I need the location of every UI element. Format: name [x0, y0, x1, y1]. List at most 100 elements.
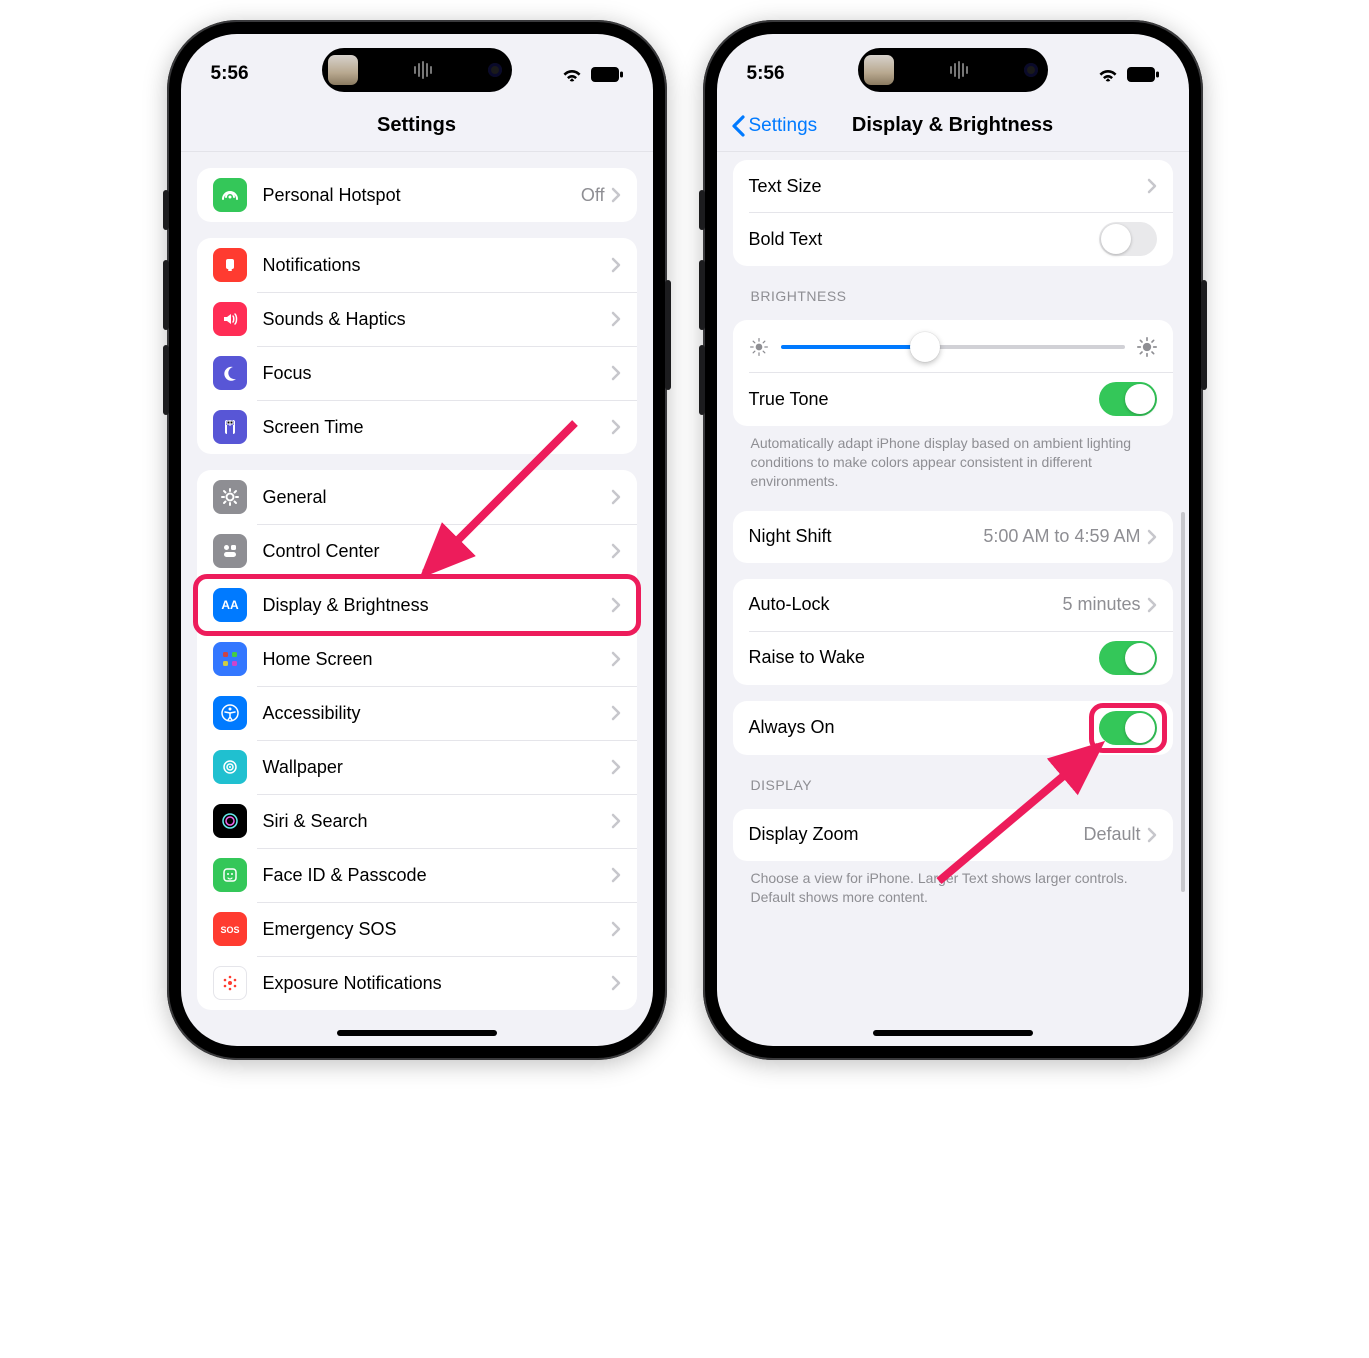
- svg-text:AA: AA: [221, 598, 239, 612]
- settings-row-label: Wallpaper: [263, 757, 611, 778]
- chevron-right-icon: [611, 867, 621, 883]
- now-playing-thumb: [328, 55, 358, 85]
- brightness-slider[interactable]: [749, 337, 1157, 357]
- home-indicator[interactable]: [873, 1030, 1033, 1036]
- settings-row-sos[interactable]: SOSEmergency SOS: [197, 902, 637, 956]
- settings-row-siri[interactable]: Siri & Search: [197, 794, 637, 848]
- status-time: 5:56: [211, 63, 249, 85]
- bold-text-toggle[interactable]: [1099, 222, 1157, 256]
- page-title: Settings: [377, 114, 456, 137]
- chevron-right-icon: [611, 705, 621, 721]
- sun-small-icon: [749, 337, 769, 357]
- phone-left: 5:56 Settings Personal HotspotOff Notific…: [167, 20, 667, 1060]
- chevron-right-icon: [611, 975, 621, 991]
- settings-row-screentime[interactable]: Screen Time: [197, 400, 637, 454]
- night-shift-row[interactable]: Night Shift 5:00 AM to 4:59 AM: [733, 511, 1173, 563]
- chevron-right-icon: [1147, 529, 1157, 545]
- settings-row-label: Screen Time: [263, 417, 611, 438]
- chevron-right-icon: [611, 597, 621, 613]
- camera-dot: [1024, 63, 1038, 77]
- text-size-row[interactable]: Text Size: [733, 160, 1173, 212]
- scrollbar[interactable]: [1181, 512, 1185, 892]
- home-indicator[interactable]: [337, 1030, 497, 1036]
- chevron-left-icon: [731, 115, 745, 137]
- back-button[interactable]: Settings: [731, 100, 818, 151]
- bold-text-row[interactable]: Bold Text: [733, 212, 1173, 266]
- display-zoom-footer: Choose a view for iPhone. Larger Text sh…: [733, 861, 1173, 911]
- settings-row-controlcenter[interactable]: Control Center: [197, 524, 637, 578]
- settings-row-hotspot[interactable]: Personal HotspotOff: [197, 168, 637, 222]
- settings-row-label: Accessibility: [263, 703, 611, 724]
- wifi-icon: [1097, 66, 1119, 82]
- settings-row-label: Focus: [263, 363, 611, 384]
- chevron-right-icon: [611, 651, 621, 667]
- chevron-right-icon: [1147, 178, 1157, 194]
- night-shift-label: Night Shift: [749, 526, 984, 547]
- settings-row-display[interactable]: AA Display & Brightness: [197, 578, 637, 632]
- night-shift-value: 5:00 AM to 4:59 AM: [983, 526, 1140, 547]
- display-zoom-value: Default: [1083, 824, 1140, 845]
- settings-group-2: GeneralControl Center AA Display & Brightn…: [197, 470, 637, 1010]
- raise-toggle[interactable]: [1099, 641, 1157, 675]
- display-zoom-row[interactable]: Display Zoom Default: [733, 809, 1173, 861]
- controlcenter-icon: [213, 534, 247, 568]
- settings-row-exposure[interactable]: Exposure Notifications: [197, 956, 637, 1010]
- brightness-slider-row[interactable]: [733, 320, 1173, 372]
- settings-row-label: Notifications: [263, 255, 611, 276]
- svg-text:SOS: SOS: [220, 925, 239, 935]
- camera-dot: [488, 63, 502, 77]
- settings-row-accessibility[interactable]: Accessibility: [197, 686, 637, 740]
- back-label: Settings: [749, 115, 818, 137]
- hotspot-icon: [213, 178, 247, 212]
- settings-row-label: Home Screen: [263, 649, 611, 670]
- raise-label: Raise to Wake: [749, 647, 1099, 668]
- settings-list[interactable]: Personal HotspotOff Notifications Sounds &…: [181, 152, 653, 1046]
- status-time: 5:56: [747, 63, 785, 85]
- brightness-header: BRIGHTNESS: [733, 266, 1173, 312]
- display-settings-list[interactable]: Text Size Bold Text BRIGHTNESS: [717, 152, 1189, 1046]
- brightness-group: True Tone: [733, 320, 1173, 426]
- battery-icon: [1127, 67, 1159, 82]
- audio-waveform-icon: [950, 61, 968, 79]
- sos-icon: SOS: [213, 912, 247, 946]
- chevron-right-icon: [611, 489, 621, 505]
- settings-row-label: Siri & Search: [263, 811, 611, 832]
- settings-row-notifications[interactable]: Notifications: [197, 238, 637, 292]
- exposure-icon: [213, 966, 247, 1000]
- chevron-right-icon: [611, 759, 621, 775]
- chevron-right-icon: [611, 311, 621, 327]
- chevron-right-icon: [1147, 827, 1157, 843]
- settings-row-wallpaper[interactable]: Wallpaper: [197, 740, 637, 794]
- navbar: Settings: [181, 100, 653, 152]
- always-on-row[interactable]: Always On: [733, 701, 1173, 755]
- sun-large-icon: [1137, 337, 1157, 357]
- settings-row-general[interactable]: General: [197, 470, 637, 524]
- settings-row-label: Personal Hotspot: [263, 185, 581, 206]
- settings-row-label: Display & Brightness: [263, 595, 611, 616]
- screentime-icon: [213, 410, 247, 444]
- settings-row-value: Off: [581, 185, 605, 206]
- bold-text-label: Bold Text: [749, 229, 1099, 250]
- autolock-group: Auto-Lock 5 minutes Raise to Wake: [733, 579, 1173, 685]
- chevron-right-icon: [611, 365, 621, 381]
- display-header: DISPLAY: [733, 755, 1173, 801]
- settings-group-1: Notifications Sounds & Haptics Focus Screen…: [197, 238, 637, 454]
- settings-row-sounds[interactable]: Sounds & Haptics: [197, 292, 637, 346]
- auto-lock-value: 5 minutes: [1062, 594, 1140, 615]
- true-tone-toggle[interactable]: [1099, 382, 1157, 416]
- always-on-toggle[interactable]: [1099, 711, 1157, 745]
- settings-row-homescreen[interactable]: Home Screen: [197, 632, 637, 686]
- display-icon: AA: [213, 588, 247, 622]
- raise-to-wake-row[interactable]: Raise to Wake: [733, 631, 1173, 685]
- notifications-icon: [213, 248, 247, 282]
- true-tone-row[interactable]: True Tone: [733, 372, 1173, 426]
- auto-lock-row[interactable]: Auto-Lock 5 minutes: [733, 579, 1173, 631]
- audio-waveform-icon: [414, 61, 432, 79]
- true-tone-footer: Automatically adapt iPhone display based…: [733, 426, 1173, 495]
- always-on-label: Always On: [749, 717, 1099, 738]
- settings-row-faceid[interactable]: Face ID & Passcode: [197, 848, 637, 902]
- general-icon: [213, 480, 247, 514]
- settings-row-focus[interactable]: Focus: [197, 346, 637, 400]
- navbar: Settings Display & Brightness: [717, 100, 1189, 152]
- text-size-label: Text Size: [749, 176, 1147, 197]
